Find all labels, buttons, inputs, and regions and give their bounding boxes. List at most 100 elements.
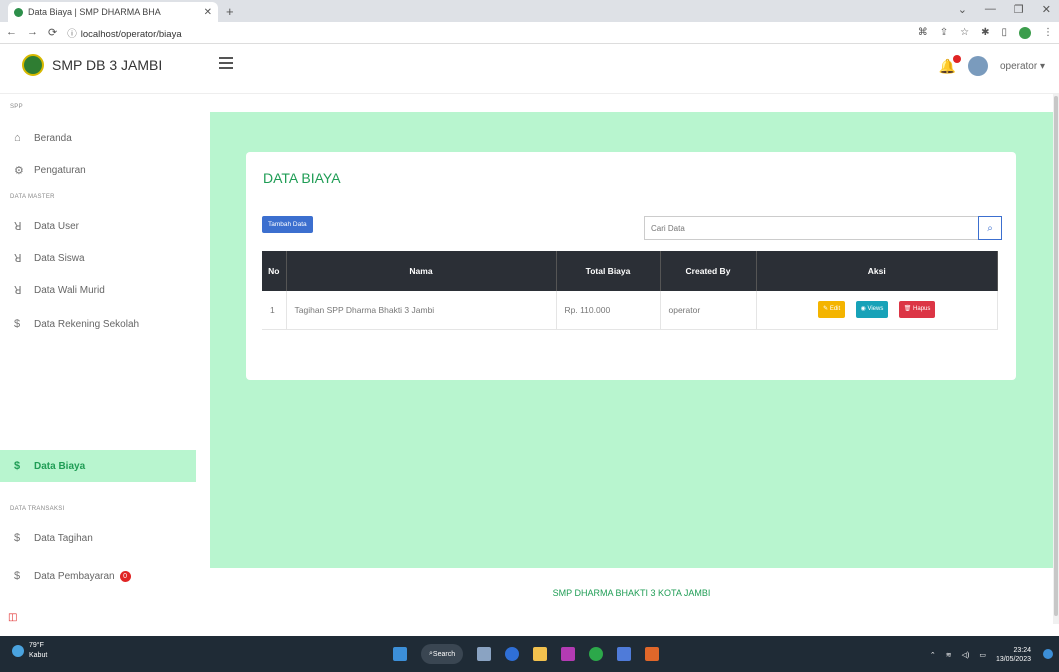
cell-aksi: ✎ Edit ◉ Views 🗑 Hapus: [756, 291, 998, 330]
user-icon: ꓤ: [14, 220, 22, 233]
cell-total: Rp. 110.000: [556, 291, 661, 330]
minimize-icon[interactable]: —: [985, 3, 996, 16]
task-view-icon[interactable]: [477, 647, 492, 661]
app-icon[interactable]: [617, 647, 632, 661]
brand-name: SMP DB 3 JAMBI: [52, 57, 163, 73]
col-no: No: [262, 251, 287, 291]
star-icon[interactable]: ☆: [960, 27, 969, 38]
app-m-icon[interactable]: [561, 647, 576, 661]
info-icon: ⓘ: [67, 28, 77, 40]
dollar-icon: $: [14, 532, 21, 544]
home-icon: ⌂: [14, 132, 21, 144]
browser-tab[interactable]: Data Biaya | SMP DHARMA BHA ✕: [8, 2, 218, 22]
site-favicon-icon: [14, 7, 23, 17]
sidebar-section-transaksi: DATA TRANSAKSI: [10, 506, 65, 512]
sidebar-item-data-rekening[interactable]: $ Data Rekening Sekolah: [0, 308, 196, 340]
app-orange-icon[interactable]: [645, 647, 660, 661]
chrome-icon[interactable]: [589, 647, 604, 661]
menu-dots-icon[interactable]: ⋮: [1043, 27, 1053, 38]
sidebar-item-data-user[interactable]: ꓤ Data User: [0, 210, 196, 242]
gear-icon: ⚙: [14, 164, 24, 177]
data-table: No Nama Total Biaya Created By Aksi 1 Ta…: [262, 251, 998, 330]
close-tab-icon[interactable]: ✕: [204, 7, 212, 18]
school-logo-icon: [22, 54, 44, 76]
chevron-down-icon[interactable]: ⌄: [958, 3, 967, 16]
search-input[interactable]: [644, 216, 978, 240]
taskbar-search[interactable]: ⌕ Search: [421, 644, 464, 664]
battery-icon[interactable]: ▭: [979, 651, 986, 659]
file-explorer-icon[interactable]: [533, 647, 548, 661]
sidebar-item-data-wali-murid[interactable]: ꓤ Data Wali Murid: [0, 274, 196, 306]
new-tab-icon[interactable]: +: [226, 4, 234, 19]
weather-widget[interactable]: 79°F Kabut: [12, 641, 47, 661]
share-icon[interactable]: ⇪: [940, 27, 948, 38]
user-icon: ꓤ: [14, 252, 22, 265]
sidebar-item-data-tagihan[interactable]: $ Data Tagihan: [0, 522, 196, 554]
brand[interactable]: SMP DB 3 JAMBI: [22, 54, 162, 76]
hamburger-menu-icon[interactable]: [219, 57, 233, 72]
address-bar: ← → ⟳ ⓘ localhost/operator/biaya ⌘ ⇪ ☆ ✱ …: [0, 22, 1059, 44]
weather-icon: [12, 645, 24, 657]
wifi-icon[interactable]: ≋: [946, 651, 952, 659]
add-data-button[interactable]: Tambah Data: [262, 216, 313, 233]
sidebar-section-spp: SPP: [10, 104, 23, 110]
bell-icon[interactable]: 🔔: [939, 54, 961, 75]
extensions-icon[interactable]: ✱: [981, 27, 989, 38]
col-created-by: Created By: [660, 251, 757, 291]
sidebar-item-pengaturan[interactable]: ⚙ Pengaturan: [0, 154, 196, 186]
restore-icon[interactable]: ❐: [1014, 3, 1024, 16]
edge-icon[interactable]: [505, 647, 520, 661]
tab-title: Data Biaya | SMP DHARMA BHA: [28, 7, 161, 17]
user-menu[interactable]: operator ▾: [1000, 61, 1045, 72]
delete-button[interactable]: 🗑 Hapus: [898, 301, 936, 319]
avatar[interactable]: [967, 56, 988, 76]
app-header: SMP DB 3 JAMBI 🔔 operator ▾: [0, 44, 1059, 94]
reload-icon[interactable]: ⟳: [48, 26, 57, 39]
main-content: DATA BIAYA Tambah Data ⌕ No Nama Total B…: [210, 112, 1053, 568]
tray-chevron-icon[interactable]: ⌃: [930, 651, 936, 659]
col-nama: Nama: [286, 251, 557, 291]
app-icon: ◫: [8, 612, 18, 623]
table-row: 1 Tagihan SPP Dharma Bhakti 3 Jambi Rp. …: [262, 291, 998, 330]
dollar-icon: $: [14, 318, 21, 330]
sidebar: SPP ⌂ Beranda ⚙ Pengaturan DATA MASTER ꓤ Da…: [0, 94, 196, 636]
clock[interactable]: 23:24 13/05/2023: [996, 646, 1031, 664]
window-controls: ⌄ — ❐ ✕: [958, 3, 1051, 16]
back-icon[interactable]: ←: [6, 26, 17, 39]
edit-button[interactable]: ✎ Edit: [818, 301, 846, 319]
cell-no: 1: [262, 291, 287, 330]
close-window-icon[interactable]: ✕: [1042, 3, 1051, 16]
forward-icon[interactable]: →: [27, 26, 38, 39]
url-field[interactable]: ⓘ localhost/operator/biaya: [67, 26, 181, 40]
cell-nama: Tagihan SPP Dharma Bhakti 3 Jambi: [286, 291, 557, 330]
views-button[interactable]: ◉ Views: [855, 301, 889, 319]
col-aksi: Aksi: [756, 251, 998, 291]
dollar-icon: $: [14, 570, 21, 582]
sidebar-item-beranda[interactable]: ⌂ Beranda: [0, 122, 196, 154]
page-scrollbar[interactable]: [1053, 94, 1059, 624]
user-icon: ꓤ: [14, 284, 22, 297]
windows-taskbar: 79°F Kabut ⌕ Search ⌃ ≋ ◁) ▭ 23:24 13/05/…: [0, 636, 1059, 672]
notification-center-icon[interactable]: [1043, 649, 1053, 659]
data-card: DATA BIAYA Tambah Data ⌕ No Nama Total B…: [246, 152, 1016, 380]
translate-icon[interactable]: ⌘: [918, 27, 928, 38]
sidepanel-icon[interactable]: ▯: [1001, 27, 1007, 38]
pembayaran-badge: 0: [119, 570, 131, 582]
profile-icon[interactable]: [1019, 26, 1031, 39]
search-box: ⌕: [644, 216, 1002, 240]
volume-icon[interactable]: ◁): [962, 651, 970, 659]
footer: SMP DHARMA BHAKTI 3 KOTA JAMBI: [552, 588, 711, 598]
search-button[interactable]: ⌕: [978, 216, 1002, 240]
search-icon: ⌕: [987, 222, 993, 234]
notification-dot: [952, 54, 961, 63]
browser-tabbar: Data Biaya | SMP DHARMA BHA ✕ + ⌄ — ❐ ✕: [0, 0, 1059, 22]
sidebar-item-data-pembayaran[interactable]: $ Data Pembayaran 0: [0, 560, 196, 592]
sidebar-item-data-biaya[interactable]: $ Data Biaya: [0, 450, 196, 482]
system-tray: ⌃ ≋ ◁) ▭ 23:24 13/05/2023: [930, 646, 1031, 664]
windows-start-icon[interactable]: [393, 647, 407, 661]
sidebar-section-master: DATA MASTER: [10, 194, 55, 200]
scrollbar-thumb[interactable]: [1054, 96, 1058, 616]
dollar-icon: $: [14, 460, 21, 472]
col-total-biaya: Total Biaya: [556, 251, 661, 291]
sidebar-item-data-siswa[interactable]: ꓤ Data Siswa: [0, 242, 196, 274]
